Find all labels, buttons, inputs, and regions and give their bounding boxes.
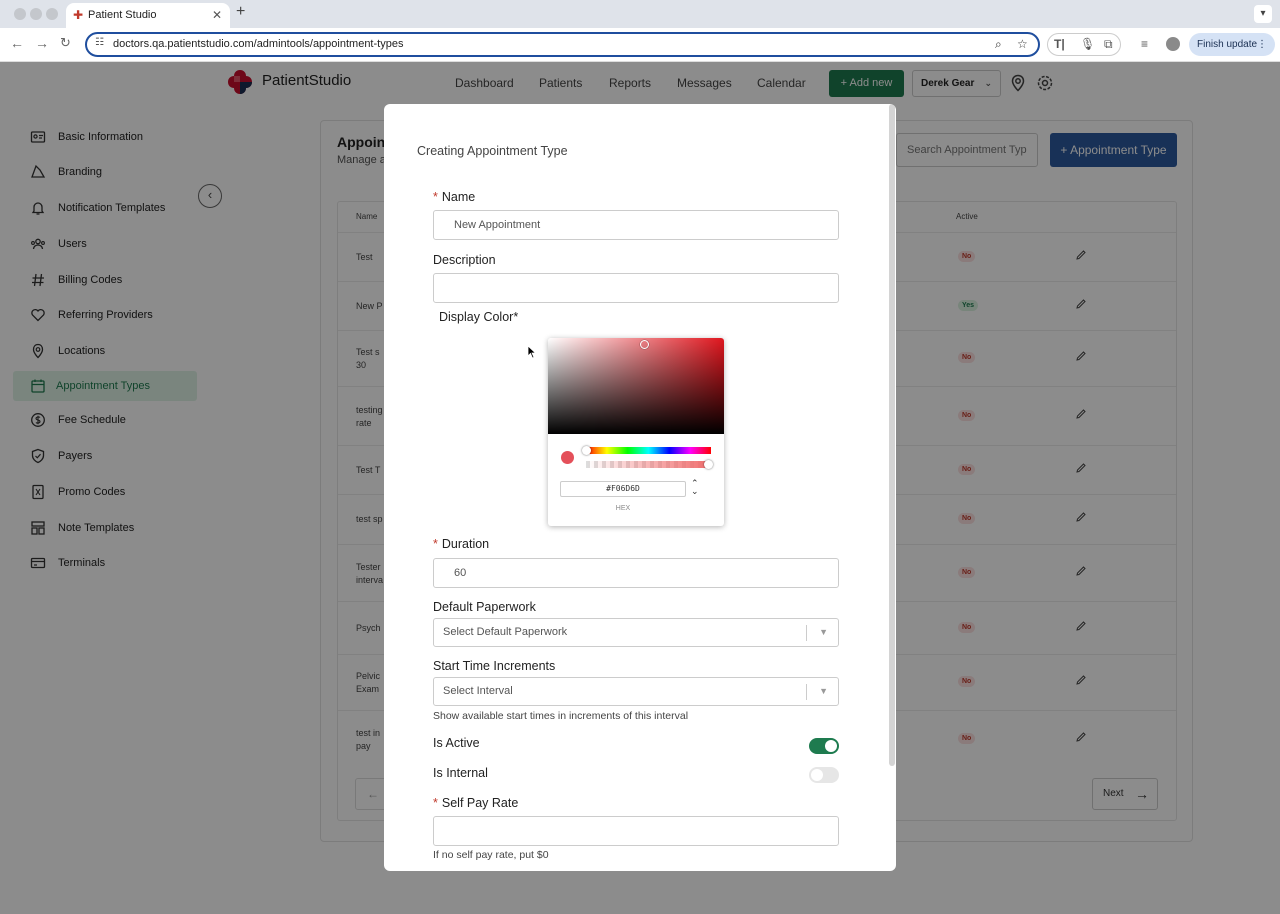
default-paperwork-select[interactable]: Select Default Paperwork ▼ — [433, 618, 839, 647]
url-bar[interactable]: ☷ doctors.qa.patientstudio.com/admintool… — [85, 32, 1040, 57]
display-color-label: Display Color* — [439, 310, 519, 324]
hue-handle[interactable] — [582, 446, 591, 455]
is-active-label: Is Active — [433, 736, 480, 750]
window-maximize-dot[interactable] — [46, 8, 58, 20]
is-active-toggle[interactable] — [809, 738, 839, 754]
more-vertical-icon[interactable]: ⋮ — [1257, 33, 1267, 56]
required-mark: * — [433, 537, 438, 551]
format-toggle-arrows-icon[interactable]: ⌃ ⌄ — [691, 479, 699, 496]
tab-title: Patient Studio — [88, 9, 157, 21]
text-tool-icon[interactable]: T| — [1054, 37, 1065, 51]
required-mark: * — [433, 190, 438, 204]
tab-menu-chevron-icon[interactable]: ▾ — [1254, 5, 1272, 23]
forward-arrow-icon[interactable]: → — [35, 35, 49, 51]
bookmark-star-icon[interactable]: ☆ — [1017, 37, 1028, 51]
reading-list-icon[interactable]: ≡ — [1141, 37, 1148, 51]
window-close-dot[interactable] — [14, 8, 26, 20]
increments-placeholder: Select Interval — [443, 685, 513, 697]
window-minimize-dot[interactable] — [30, 8, 42, 20]
saturation-area[interactable] — [548, 338, 724, 434]
browser-tab[interactable]: ✚ Patient Studio ✕ — [66, 3, 230, 29]
url-text: doctors.qa.patientstudio.com/admintools/… — [113, 38, 404, 50]
paperwork-placeholder: Select Default Paperwork — [443, 626, 568, 638]
default-paperwork-label: Default Paperwork — [433, 600, 536, 614]
extension-puzzle-icon[interactable]: ⧉ — [1104, 37, 1113, 52]
description-input[interactable] — [433, 273, 839, 303]
select-divider — [806, 625, 807, 641]
finish-update-button[interactable]: Finish update ⋮ — [1189, 33, 1275, 56]
microphone-icon[interactable]: 🎙 — [1080, 37, 1095, 51]
alpha-handle[interactable] — [704, 460, 713, 469]
increments-hint: Show available start times in increments… — [433, 710, 689, 722]
chevron-down-icon: ▼ — [819, 627, 828, 637]
zoom-icon[interactable]: ⌕ — [995, 37, 1002, 52]
modal-title: Creating Appointment Type — [417, 144, 568, 158]
duration-label: * Duration — [433, 537, 490, 551]
color-swatch — [561, 451, 574, 464]
is-internal-label: Is Internal — [433, 766, 488, 780]
name-input[interactable]: New Appointment — [433, 210, 839, 240]
start-time-increments-select[interactable]: Select Interval ▼ — [433, 677, 839, 706]
description-label: Description — [433, 253, 496, 267]
is-internal-toggle[interactable] — [809, 767, 839, 783]
alpha-slider[interactable] — [586, 461, 711, 468]
chevron-down-icon: ▼ — [819, 686, 828, 696]
saturation-handle[interactable] — [640, 340, 649, 349]
finish-update-label: Finish update — [1197, 39, 1258, 50]
profile-avatar[interactable] — [1166, 37, 1180, 51]
back-arrow-icon[interactable]: ← — [10, 35, 24, 51]
site-settings-icon[interactable]: ☷ — [95, 37, 104, 48]
self-pay-hint: If no self pay rate, put $0 — [433, 849, 549, 861]
mouse-cursor-icon — [527, 345, 537, 359]
tab-close-icon[interactable]: ✕ — [212, 3, 222, 27]
reload-icon[interactable]: ↻ — [60, 35, 71, 51]
required-mark: * — [433, 796, 438, 810]
hue-slider[interactable] — [586, 447, 711, 454]
self-pay-rate-input[interactable] — [433, 816, 839, 846]
hex-label: HEX — [615, 505, 631, 512]
favicon-icon: ✚ — [73, 8, 84, 22]
modal-scrollbar[interactable] — [889, 104, 895, 766]
name-label: * Name — [433, 190, 476, 204]
duration-input[interactable]: 60 — [433, 558, 839, 588]
create-appointment-type-modal: Creating Appointment Type * Name New Appo… — [384, 104, 896, 871]
self-pay-rate-label: * Self Pay Rate — [433, 796, 519, 810]
new-tab-button[interactable]: + — [236, 3, 245, 21]
hex-input[interactable]: #F06D6D — [560, 481, 686, 497]
color-picker: #F06D6D ⌃ ⌄ HEX — [548, 338, 724, 526]
select-divider — [806, 684, 807, 700]
start-time-increments-label: Start Time Increments — [433, 659, 556, 673]
